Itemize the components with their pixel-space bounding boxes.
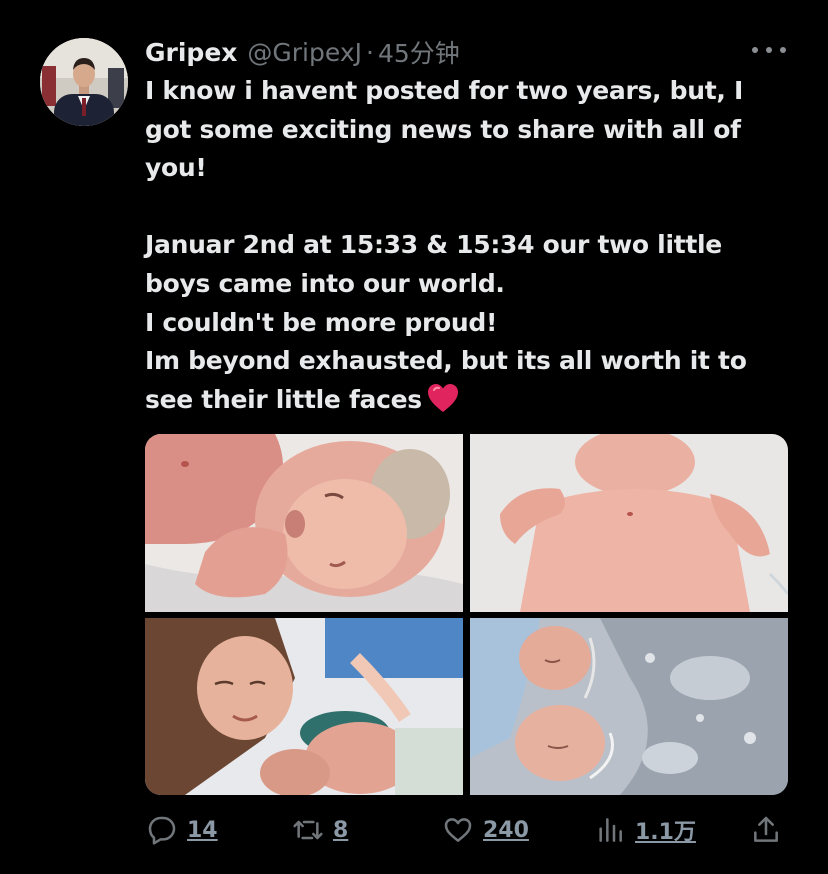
tweet-line: Januar 2nd at 15:33 & 15:34 our two litt… <box>145 230 722 260</box>
reply-button[interactable]: 14 <box>145 808 218 852</box>
tweet-line: I know i havent posted for two years, bu… <box>145 76 743 105</box>
tweet-header: Gripex @GripexJ · 45分钟 <box>145 34 460 70</box>
photo-mother-with-baby[interactable] <box>145 618 463 795</box>
share-button[interactable] <box>749 808 783 852</box>
tweet-text: I know i havent posted for two years, bu… <box>145 72 795 425</box>
like-button[interactable]: 240 <box>441 808 529 852</box>
views-button[interactable]: 1.1万 <box>593 808 696 852</box>
tweet-line: Im beyond exhausted, but its all worth i… <box>145 346 747 376</box>
views-icon <box>593 814 627 846</box>
retweet-count: 8 <box>333 817 349 843</box>
more-dot-icon <box>780 47 786 53</box>
timestamp[interactable]: 45分钟 <box>378 34 460 70</box>
tweet-line: got some exciting news to share with all… <box>145 114 741 144</box>
views-count: 1.1万 <box>635 820 696 845</box>
retweet-button[interactable]: 8 <box>291 808 348 852</box>
reply-icon <box>145 814 179 846</box>
user-handle[interactable]: @GripexJ <box>247 38 362 67</box>
tweet-line: boys came into our world. <box>145 268 505 298</box>
heart-emoji-icon <box>426 382 460 426</box>
tweet-line: I couldn't be more proud! <box>145 307 498 337</box>
reply-count: 14 <box>187 817 218 843</box>
more-options-button[interactable] <box>752 38 786 62</box>
tweet-line: see their little faces <box>145 384 422 414</box>
tweet-line: you! <box>145 153 207 183</box>
photo-newborn-chest[interactable] <box>470 434 788 612</box>
separator-dot: · <box>365 37 374 67</box>
media-grid <box>145 434 788 795</box>
retweet-icon <box>291 814 325 846</box>
heart-icon <box>441 814 475 846</box>
more-dot-icon <box>766 47 772 53</box>
tweet-line-last: see their little faces <box>145 381 795 426</box>
avatar[interactable] <box>40 38 128 126</box>
more-dot-icon <box>752 47 758 53</box>
like-count: 240 <box>483 817 529 843</box>
share-icon <box>749 814 783 846</box>
photo-newborn-closeup[interactable] <box>145 434 463 612</box>
action-bar: 14 8 240 1.1万 <box>145 808 795 852</box>
avatar-photo <box>40 38 128 126</box>
display-name[interactable]: Gripex <box>145 38 237 67</box>
photo-twins-sleeping[interactable] <box>470 618 788 795</box>
